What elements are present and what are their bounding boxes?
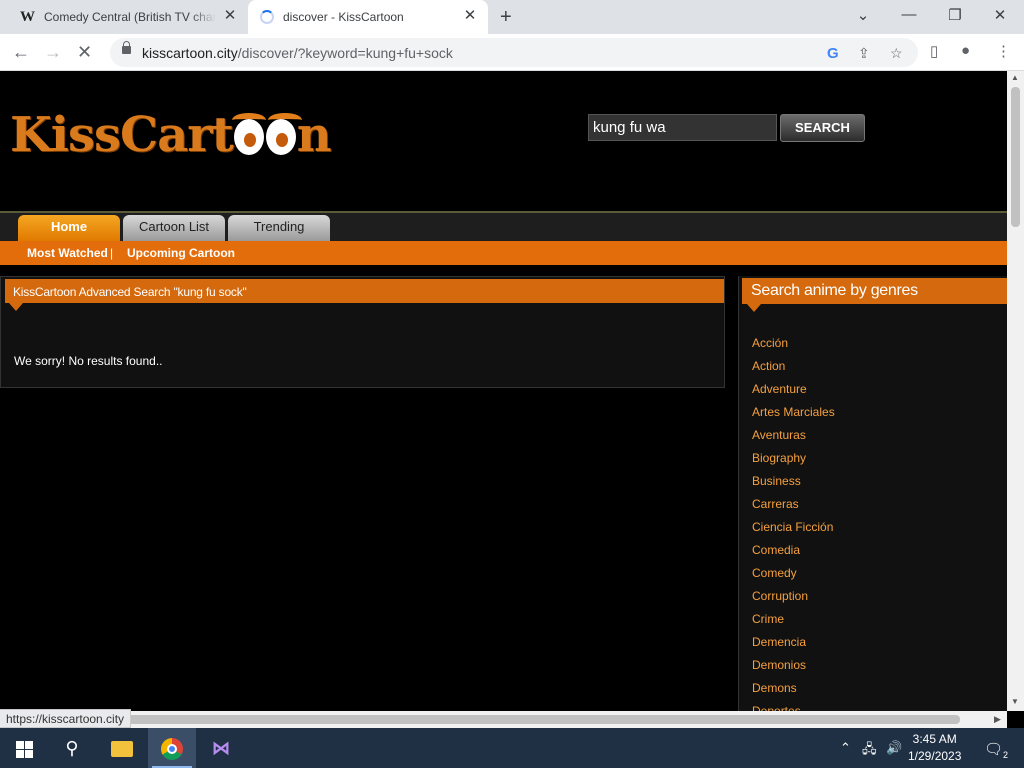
- taskbar: ⚲ ⋈ ⌃ 🖧 🔊 3:45 AM 1/29/2023 🗨2: [0, 728, 1024, 768]
- nav-trending[interactable]: Trending: [228, 215, 330, 241]
- side-panel-icon[interactable]: ▯: [930, 42, 938, 60]
- loading-spinner-icon: [260, 10, 274, 24]
- genre-link[interactable]: Demonios: [752, 658, 835, 681]
- nav-separator: |: [110, 246, 114, 260]
- horizontal-scroll-thumb[interactable]: [124, 715, 960, 724]
- folder-icon: [111, 741, 133, 758]
- close-tab-icon[interactable]: ✕: [222, 8, 238, 24]
- no-results-message: We sorry! No results found..: [14, 354, 163, 368]
- sub-nav: Most Watched | Upcoming Cartoon: [0, 241, 1007, 265]
- genre-link[interactable]: Carreras: [752, 497, 835, 520]
- omnibox[interactable]: kisscartoon.city/discover/?keyword=kung+…: [110, 38, 918, 67]
- menu-dots-icon[interactable]: ⋮: [996, 42, 1011, 60]
- genre-link[interactable]: Biography: [752, 451, 835, 474]
- nav-cartoon-list[interactable]: Cartoon List: [123, 215, 225, 241]
- genre-link[interactable]: Crime: [752, 612, 835, 635]
- genre-link[interactable]: Artes Marciales: [752, 405, 835, 428]
- genre-link[interactable]: Aventuras: [752, 428, 835, 451]
- volume-icon[interactable]: 🔊: [886, 740, 902, 756]
- genre-link[interactable]: Business: [752, 474, 835, 497]
- main-nav: Home Cartoon List Trending: [0, 213, 1007, 241]
- vertical-scroll-thumb[interactable]: [1011, 87, 1020, 227]
- restore-icon[interactable]: ❐: [945, 6, 965, 24]
- search-taskbar-button[interactable]: ⚲: [48, 728, 96, 768]
- tab-comedy-central[interactable]: W Comedy Central (British TV channel) ✕: [8, 0, 248, 34]
- genres-heading: Search anime by genres: [742, 278, 1007, 304]
- vertical-scrollbar[interactable]: ▲ ▼: [1007, 71, 1024, 711]
- close-tab-icon[interactable]: ✕: [462, 8, 478, 24]
- visual-studio-button[interactable]: ⋈: [197, 728, 245, 768]
- network-icon[interactable]: 🖧: [862, 740, 877, 762]
- genre-list: Acción Action Adventure Artes Marciales Aven…: [752, 336, 835, 711]
- genre-link[interactable]: Comedia: [752, 543, 835, 566]
- tab-strip: W Comedy Central (British TV channel) ✕ …: [0, 0, 1024, 34]
- profile-icon[interactable]: ●: [961, 42, 970, 59]
- genre-link[interactable]: Adventure: [752, 382, 835, 405]
- genre-link[interactable]: Comedy: [752, 566, 835, 589]
- genres-sidebar: Search anime by genres Acción Action Adven…: [738, 276, 1007, 711]
- search-results-panel: KissCartoon Advanced Search "kung fu soc…: [0, 276, 725, 388]
- genre-link[interactable]: Demencia: [752, 635, 835, 658]
- status-url: https://kisscartoon.city: [0, 709, 132, 728]
- results-heading: KissCartoon Advanced Search "kung fu soc…: [5, 279, 724, 303]
- stop-icon[interactable]: ✕: [77, 42, 92, 63]
- clock[interactable]: 3:45 AM 1/29/2023: [908, 731, 961, 765]
- tab-kisscartoon[interactable]: discover - KissCartoon ✕: [248, 0, 488, 34]
- magnifier-icon: ⚲: [65, 738, 79, 758]
- tab-title: Comedy Central (British TV channel): [44, 10, 216, 24]
- back-icon[interactable]: ←: [12, 42, 30, 63]
- logo-eye-icon: [265, 113, 302, 155]
- close-window-icon[interactable]: ✕: [990, 6, 1010, 24]
- url-text[interactable]: kisscartoon.city/discover/?keyword=kung+…: [142, 45, 453, 61]
- chrome-icon: [161, 738, 183, 761]
- scroll-up-icon[interactable]: ▲: [1011, 73, 1019, 82]
- start-button[interactable]: [0, 728, 48, 768]
- heading-notch: [9, 303, 23, 311]
- nav-upcoming-cartoon[interactable]: Upcoming Cartoon: [127, 246, 235, 260]
- horizontal-scrollbar[interactable]: ▶: [0, 711, 1007, 728]
- search-input[interactable]: [588, 114, 777, 141]
- search-button[interactable]: SEARCH: [780, 114, 865, 142]
- tab-search-icon[interactable]: ⌄: [853, 6, 873, 24]
- heading-notch: [747, 304, 761, 312]
- tray-chevron-icon[interactable]: ⌃: [840, 740, 851, 756]
- genre-link[interactable]: Action: [752, 359, 835, 382]
- notifications-icon[interactable]: 🗨2: [984, 740, 1008, 760]
- tab-title: discover - KissCartoon: [283, 10, 404, 24]
- genre-link[interactable]: Acción: [752, 336, 835, 359]
- share-icon[interactable]: ⇪: [858, 45, 870, 62]
- bookmark-star-icon[interactable]: ☆: [890, 45, 903, 62]
- genre-link[interactable]: Ciencia Ficción: [752, 520, 835, 543]
- lock-icon[interactable]: [122, 41, 131, 54]
- page-viewport: KissCartn SEARCH Home Cartoon List Trend…: [0, 71, 1007, 711]
- wikipedia-icon: W: [20, 9, 35, 25]
- minimize-icon[interactable]: —: [899, 6, 919, 23]
- logo-eye-icon: [231, 113, 266, 155]
- genre-link[interactable]: Deportes: [752, 704, 835, 711]
- kisscartoon-logo[interactable]: KissCart n: [10, 107, 332, 163]
- nav-most-watched[interactable]: Most Watched: [27, 246, 108, 260]
- nav-home[interactable]: Home: [18, 215, 120, 241]
- scroll-down-icon[interactable]: ▼: [1011, 697, 1019, 706]
- genre-link[interactable]: Corruption: [752, 589, 835, 612]
- new-tab-icon[interactable]: +: [500, 6, 512, 29]
- visual-studio-icon: ⋈: [212, 738, 230, 758]
- google-translate-icon[interactable]: G: [827, 45, 839, 62]
- forward-icon[interactable]: →: [44, 42, 62, 63]
- genre-link[interactable]: Demons: [752, 681, 835, 704]
- address-bar-row: ← → ✕ kisscartoon.city/discover/?keyword…: [0, 34, 1024, 71]
- chrome-taskbar-button[interactable]: [148, 728, 196, 768]
- windows-icon: [15, 740, 33, 758]
- scroll-right-icon[interactable]: ▶: [994, 714, 1001, 725]
- file-explorer-button[interactable]: [98, 728, 146, 768]
